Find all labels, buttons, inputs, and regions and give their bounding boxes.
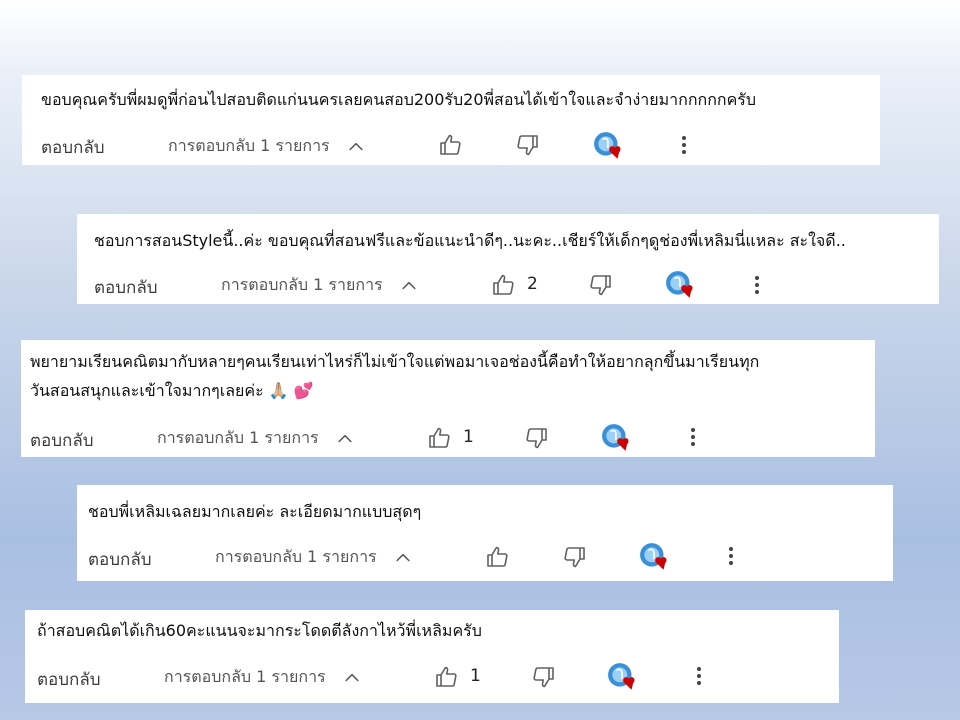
more-vert-icon[interactable] — [681, 425, 705, 449]
creator-heart-icon — [665, 270, 697, 300]
creator-heart-icon — [593, 131, 625, 161]
replies-count-label: การตอบกลับ 1 รายการ — [164, 667, 326, 686]
thumbs-up-icon[interactable] — [438, 133, 462, 157]
comment-text: ชอบพี่เหลิมเฉลยมากเลยค่ะ ละเอียดมากแบบสุ… — [88, 502, 422, 521]
view-replies-toggle[interactable]: การตอบกลับ 1 รายการ — [168, 134, 366, 159]
like-count: 1 — [470, 666, 481, 686]
thumbs-up-icon[interactable] — [491, 273, 515, 297]
pray-emoji: 🙏🏼 — [268, 381, 289, 400]
like-count: 1 — [463, 427, 474, 447]
thumbs-up-icon[interactable] — [485, 545, 509, 569]
comment-card: พยายามเรียนคณิตมากับหลายๆคนเรียนเท่าไหร่… — [21, 340, 875, 457]
view-replies-toggle[interactable]: การตอบกลับ 1 รายการ — [221, 273, 419, 298]
reply-button[interactable]: ตอบกลับ — [88, 546, 152, 573]
replies-count-label: การตอบกลับ 1 รายการ — [215, 547, 377, 566]
thumbs-down-icon[interactable] — [532, 665, 556, 689]
chevron-up-icon — [393, 548, 413, 568]
more-vert-icon[interactable] — [719, 544, 743, 568]
reply-button[interactable]: ตอบกลับ — [30, 427, 94, 454]
thumbs-up-icon[interactable] — [427, 426, 451, 450]
creator-heart-icon — [639, 542, 671, 572]
like-count: 2 — [527, 274, 538, 294]
comment-text-line2-wrapper: วันสอนสนุกและเข้าใจมากๆเลยค่ะ 🙏🏼 💕 — [30, 376, 314, 405]
comment-text-line1: พยายามเรียนคณิตมากับหลายๆคนเรียนเท่าไหร่… — [30, 352, 760, 371]
comment-text-line2: วันสอนสนุกและเข้าใจมากๆเลยค่ะ — [30, 381, 264, 400]
more-vert-icon[interactable] — [687, 664, 711, 688]
reply-button[interactable]: ตอบกลับ — [41, 134, 105, 161]
replies-count-label: การตอบกลับ 1 รายการ — [157, 428, 319, 447]
reply-button[interactable]: ตอบกลับ — [94, 274, 158, 301]
reply-button[interactable]: ตอบกลับ — [37, 666, 101, 693]
comment-card: ถ้าสอบคณิตได้เกิน60คะแนนจะมากระโดดตีลังก… — [25, 610, 839, 703]
view-replies-toggle[interactable]: การตอบกลับ 1 รายการ — [164, 665, 362, 690]
creator-heart-icon — [601, 423, 633, 453]
thumbs-down-icon[interactable] — [589, 273, 613, 297]
thumbs-up-icon[interactable] — [434, 665, 458, 689]
more-vert-icon[interactable] — [672, 133, 696, 157]
comment-text: ขอบคุณครับพี่ผมดูพี่ก่อนไปสอบติดแก่นนครเ… — [41, 90, 757, 109]
chevron-up-icon — [346, 137, 366, 157]
comment-text: ถ้าสอบคณิตได้เกิน60คะแนนจะมากระโดดตีลังก… — [37, 621, 482, 640]
comment-card: ขอบคุณครับพี่ผมดูพี่ก่อนไปสอบติดแก่นนครเ… — [22, 75, 880, 165]
comment-card: ชอบการสอนStyleนี้..ค่ะ ขอบคุณที่สอนฟรีแล… — [77, 214, 939, 304]
comment-card: ชอบพี่เหลิมเฉลยมากเลยค่ะ ละเอียดมากแบบสุ… — [77, 485, 893, 581]
hearts-emoji: 💕 — [293, 381, 314, 400]
view-replies-toggle[interactable]: การตอบกลับ 1 รายการ — [157, 426, 355, 451]
replies-count-label: การตอบกลับ 1 รายการ — [221, 275, 383, 294]
chevron-up-icon — [335, 429, 355, 449]
comment-text: ชอบการสอนStyleนี้..ค่ะ ขอบคุณที่สอนฟรีแล… — [94, 231, 846, 250]
creator-heart-icon — [607, 662, 639, 692]
more-vert-icon[interactable] — [745, 273, 769, 297]
replies-count-label: การตอบกลับ 1 รายการ — [168, 136, 330, 155]
view-replies-toggle[interactable]: การตอบกลับ 1 รายการ — [215, 545, 413, 570]
chevron-up-icon — [399, 276, 419, 296]
thumbs-down-icon[interactable] — [516, 133, 540, 157]
thumbs-down-icon[interactable] — [525, 426, 549, 450]
chevron-up-icon — [342, 668, 362, 688]
thumbs-down-icon[interactable] — [563, 545, 587, 569]
